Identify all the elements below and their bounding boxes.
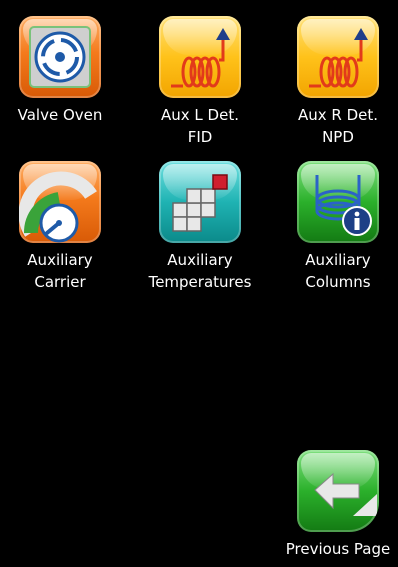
aux-temps-label-line1: Auxiliary: [167, 251, 233, 269]
detector-coil-icon: [297, 16, 379, 98]
back-arrow-icon: [297, 450, 379, 532]
aux-columns-button[interactable]: Auxiliary Columns: [278, 161, 398, 293]
aux-columns-label-line2: Columns: [305, 273, 371, 291]
aux-carrier-label-line2: Carrier: [34, 273, 86, 291]
valve-dial-icon: [19, 16, 101, 98]
aux-carrier-button[interactable]: Auxiliary Carrier: [0, 161, 120, 293]
aux-r-det-label-line1: Aux R Det.: [297, 106, 379, 124]
previous-page-button[interactable]: Previous Page: [278, 450, 398, 560]
pressure-gauge-icon: [19, 161, 101, 243]
previous-page-label: Previous Page: [285, 540, 391, 558]
detector-coil-icon: [159, 16, 241, 98]
aux-l-det-button[interactable]: Aux L Det. FID: [140, 16, 260, 148]
valve-oven-button[interactable]: Valve Oven: [0, 16, 120, 126]
temperature-zones-icon: [159, 161, 241, 243]
aux-r-det-button[interactable]: Aux R Det. NPD: [278, 16, 398, 148]
aux-r-det-label-line2: NPD: [322, 128, 354, 146]
aux-temps-label-line2: Temperatures: [148, 273, 252, 291]
aux-l-det-label-line2: FID: [187, 128, 213, 146]
aux-l-det-label-line1: Aux L Det.: [161, 106, 239, 124]
aux-columns-label-line1: Auxiliary: [305, 251, 371, 269]
aux-temps-button[interactable]: Auxiliary Temperatures: [140, 161, 260, 293]
valve-oven-label: Valve Oven: [17, 106, 103, 124]
aux-carrier-label-line1: Auxiliary: [27, 251, 93, 269]
column-info-icon: [297, 161, 379, 243]
